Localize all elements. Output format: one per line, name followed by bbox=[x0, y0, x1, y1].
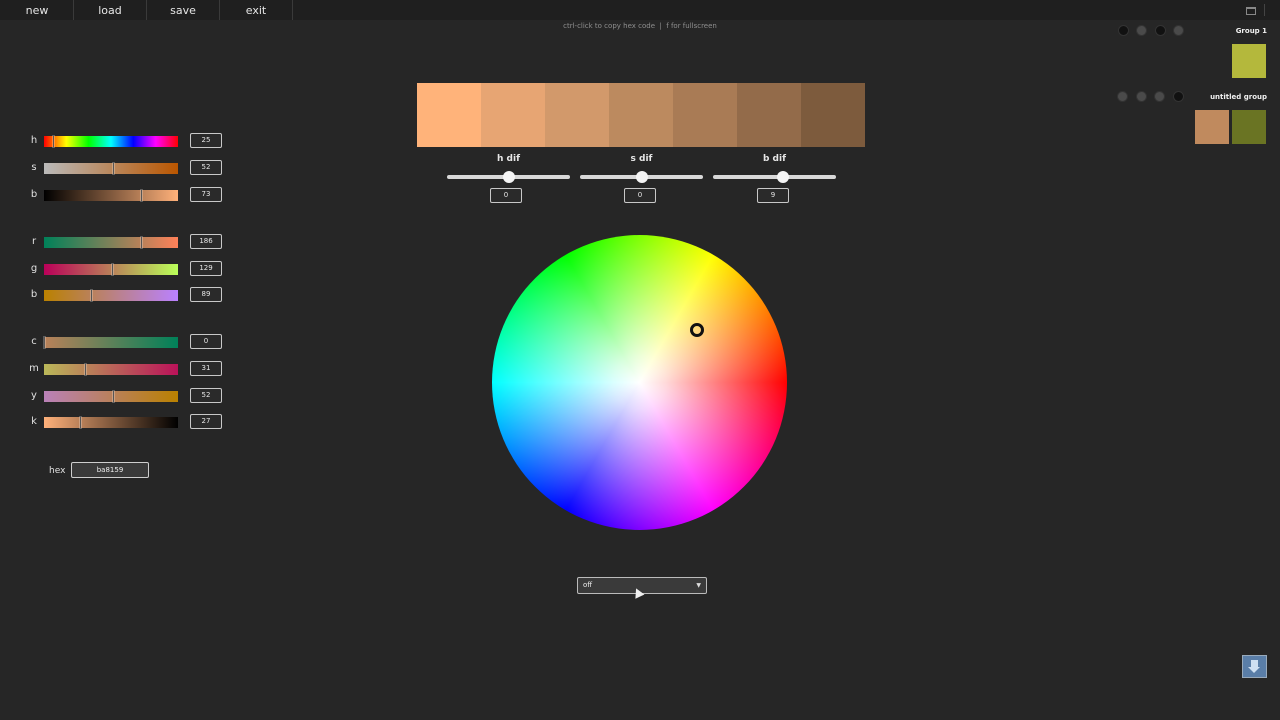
key-slider[interactable] bbox=[44, 417, 178, 428]
brightness-value[interactable]: 73 bbox=[190, 187, 222, 202]
keyboard-hint: ctrl-click to copy hex code | f for full… bbox=[563, 22, 717, 30]
yellow-slider[interactable] bbox=[44, 391, 178, 402]
blue-slider-thumb[interactable] bbox=[91, 290, 92, 301]
hue-slider-thumb[interactable] bbox=[53, 136, 54, 147]
b-dif-knob[interactable] bbox=[777, 171, 789, 183]
yellow-label: y bbox=[31, 390, 37, 401]
group-swatch[interactable] bbox=[1232, 44, 1266, 78]
blue-label: b bbox=[30, 289, 38, 300]
palette-swatch[interactable] bbox=[673, 83, 737, 147]
menu-save[interactable]: save bbox=[147, 0, 220, 20]
group-move-down-icon[interactable] bbox=[1173, 91, 1184, 102]
magenta-value[interactable]: 31 bbox=[190, 361, 222, 376]
save-to-disk-icon[interactable] bbox=[1242, 655, 1267, 678]
yellow-value[interactable]: 52 bbox=[190, 388, 222, 403]
saturation-slider-thumb[interactable] bbox=[113, 163, 114, 174]
hue-slider[interactable] bbox=[44, 136, 178, 147]
green-slider[interactable] bbox=[44, 264, 178, 275]
menu-bar: new load save exit bbox=[0, 0, 1280, 20]
h-dif-slider[interactable] bbox=[447, 171, 570, 183]
magenta-slider[interactable] bbox=[44, 364, 178, 375]
hex-input[interactable] bbox=[71, 462, 149, 478]
palette-strip bbox=[417, 83, 865, 147]
menu-exit[interactable]: exit bbox=[220, 0, 293, 20]
yellow-slider-thumb[interactable] bbox=[113, 391, 114, 402]
menu-load[interactable]: load bbox=[74, 0, 147, 20]
palette-swatch[interactable] bbox=[609, 83, 673, 147]
palette-swatch[interactable] bbox=[737, 83, 801, 147]
saturation-value[interactable]: 52 bbox=[190, 160, 222, 175]
s-dif-label: s dif bbox=[630, 154, 653, 164]
color-wheel-saturation-overlay bbox=[492, 235, 787, 530]
group-move-down-icon[interactable] bbox=[1173, 25, 1184, 36]
red-label: r bbox=[31, 236, 37, 247]
color-wheel-marker[interactable] bbox=[690, 323, 704, 337]
green-label: g bbox=[30, 263, 38, 274]
blue-slider[interactable] bbox=[44, 290, 178, 301]
red-slider[interactable] bbox=[44, 237, 178, 248]
group-delete-icon[interactable] bbox=[1117, 91, 1128, 102]
green-value[interactable]: 129 bbox=[190, 261, 222, 276]
cyan-slider[interactable] bbox=[44, 337, 178, 348]
group-move-up-icon[interactable] bbox=[1154, 91, 1165, 102]
group-swatch[interactable] bbox=[1232, 110, 1266, 144]
h-dif-value[interactable]: 0 bbox=[490, 188, 522, 203]
hex-label: hex bbox=[49, 466, 66, 476]
group-lock-icon[interactable] bbox=[1136, 25, 1147, 36]
s-dif-value[interactable]: 0 bbox=[624, 188, 656, 203]
group-name[interactable]: untitled group bbox=[1190, 93, 1267, 101]
group-swatch[interactable] bbox=[1195, 110, 1229, 144]
window-menu-icon[interactable] bbox=[1240, 3, 1265, 17]
brightness-label: b bbox=[30, 189, 38, 200]
hue-value[interactable]: 25 bbox=[190, 133, 222, 148]
group-name[interactable]: Group 1 bbox=[1190, 27, 1267, 35]
harmony-mode-value: off bbox=[583, 581, 593, 589]
brightness-slider-thumb[interactable] bbox=[141, 190, 142, 201]
chevron-down-icon: ▼ bbox=[696, 582, 701, 589]
group-move-up-icon[interactable] bbox=[1155, 25, 1166, 36]
green-slider-thumb[interactable] bbox=[112, 264, 113, 275]
palette-swatch[interactable] bbox=[545, 83, 609, 147]
cyan-value[interactable]: 0 bbox=[190, 334, 222, 349]
group-delete-icon[interactable] bbox=[1118, 25, 1129, 36]
brightness-slider[interactable] bbox=[44, 190, 178, 201]
b-dif-slider[interactable] bbox=[713, 171, 836, 183]
cyan-label: c bbox=[31, 336, 37, 347]
b-dif-label: b dif bbox=[762, 154, 787, 164]
key-value[interactable]: 27 bbox=[190, 414, 222, 429]
color-wheel[interactable] bbox=[492, 235, 787, 530]
s-dif-knob[interactable] bbox=[636, 171, 648, 183]
cyan-slider-thumb[interactable] bbox=[44, 337, 45, 348]
menu-new[interactable]: new bbox=[1, 0, 74, 20]
s-dif-slider[interactable] bbox=[580, 171, 703, 183]
blue-value[interactable]: 89 bbox=[190, 287, 222, 302]
saturation-slider[interactable] bbox=[44, 163, 178, 174]
palette-swatch[interactable] bbox=[801, 83, 865, 147]
red-value[interactable]: 186 bbox=[190, 234, 222, 249]
key-slider-thumb[interactable] bbox=[80, 417, 81, 428]
red-slider-thumb[interactable] bbox=[141, 237, 142, 248]
h-dif-knob[interactable] bbox=[503, 171, 515, 183]
group-lock-icon[interactable] bbox=[1136, 91, 1147, 102]
palette-swatch[interactable] bbox=[481, 83, 545, 147]
saturation-label: s bbox=[31, 162, 37, 173]
key-label: k bbox=[31, 416, 37, 427]
h-dif-label: h dif bbox=[497, 154, 520, 164]
magenta-label: m bbox=[29, 363, 39, 374]
palette-swatch[interactable] bbox=[417, 83, 481, 147]
magenta-slider-thumb[interactable] bbox=[85, 364, 86, 375]
hue-label: h bbox=[30, 135, 38, 146]
b-dif-value[interactable]: 9 bbox=[757, 188, 789, 203]
